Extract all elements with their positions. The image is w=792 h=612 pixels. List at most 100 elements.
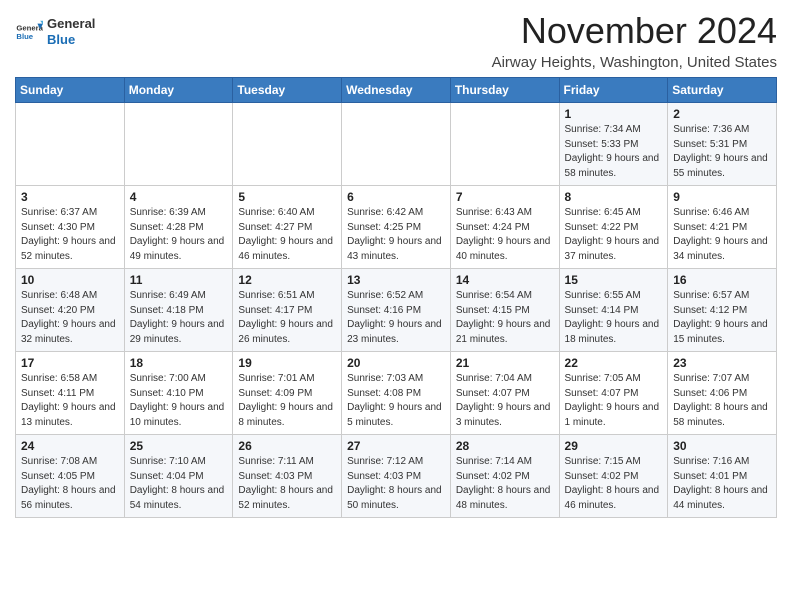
day-info: Sunrise: 6:40 AM Sunset: 4:27 PM Dayligh… [238,206,336,264]
calendar-cell [124,103,233,186]
calendar-cell: 26 Sunrise: 7:11 AM Sunset: 4:03 PM Dayli… [233,435,342,518]
calendar-cell: 8 Sunrise: 6:45 AM Sunset: 4:22 PM Daylig… [559,186,668,269]
logo-blue: Blue [47,32,95,48]
day-number: 17 [21,356,119,370]
day-number: 16 [673,273,771,287]
day-of-week-header: Tuesday [233,78,342,103]
day-number: 29 [565,439,663,453]
day-info: Sunrise: 6:39 AM Sunset: 4:28 PM Dayligh… [130,206,228,264]
calendar-cell: 10 Sunrise: 6:48 AM Sunset: 4:20 PM Dayli… [16,269,125,352]
day-info: Sunrise: 7:36 AM Sunset: 5:31 PM Dayligh… [673,123,771,181]
calendar-cell: 5 Sunrise: 6:40 AM Sunset: 4:27 PM Daylig… [233,186,342,269]
title-block: November 2024 Airway Heights, Washington… [492,10,777,71]
calendar-cell: 6Sunrise: 6:42 AM Sunset: 4:25 PM Daylig… [342,186,451,269]
day-info: Sunrise: 7:10 AM Sunset: 4:04 PM Dayligh… [130,455,228,513]
calendar-cell: 3Sunrise: 6:37 AM Sunset: 4:30 PM Daylig… [16,186,125,269]
day-info: Sunrise: 6:58 AM Sunset: 4:11 PM Dayligh… [21,372,119,430]
calendar-cell: 22Sunrise: 7:05 AM Sunset: 4:07 PM Dayli… [559,352,668,435]
logo-text: General Blue [47,16,95,47]
day-info: Sunrise: 6:42 AM Sunset: 4:25 PM Dayligh… [347,206,445,264]
calendar-body: 1 Sunrise: 7:34 AM Sunset: 5:33 PM Daylig… [16,103,777,518]
calendar-cell: 20 Sunrise: 7:03 AM Sunset: 4:08 PM Dayli… [342,352,451,435]
day-number: 25 [130,439,228,453]
day-info: Sunrise: 6:54 AM Sunset: 4:15 PM Dayligh… [456,289,554,347]
day-info: Sunrise: 6:43 AM Sunset: 4:24 PM Dayligh… [456,206,554,264]
day-number: 18 [130,356,228,370]
day-info: Sunrise: 6:52 AM Sunset: 4:16 PM Dayligh… [347,289,445,347]
day-info: Sunrise: 6:57 AM Sunset: 4:12 PM Dayligh… [673,289,771,347]
day-info: Sunrise: 7:04 AM Sunset: 4:07 PM Dayligh… [456,372,554,430]
calendar-week-row: 17 Sunrise: 6:58 AM Sunset: 4:11 PM Dayli… [16,352,777,435]
day-number: 26 [238,439,336,453]
day-number: 1 [565,107,663,121]
logo-icon: General Blue [15,18,43,46]
day-number: 19 [238,356,336,370]
day-number: 9 [673,190,771,204]
calendar-cell: 28 Sunrise: 7:14 AM Sunset: 4:02 PM Dayli… [450,435,559,518]
calendar-cell: 23 Sunrise: 7:07 AM Sunset: 4:06 PM Dayli… [668,352,777,435]
calendar-cell: 16 Sunrise: 6:57 AM Sunset: 4:12 PM Dayli… [668,269,777,352]
day-number: 3 [21,190,119,204]
calendar-cell: 15Sunrise: 6:55 AM Sunset: 4:14 PM Dayli… [559,269,668,352]
day-number: 14 [456,273,554,287]
day-number: 5 [238,190,336,204]
calendar-cell: 17 Sunrise: 6:58 AM Sunset: 4:11 PM Dayli… [16,352,125,435]
calendar-week-row: 24Sunrise: 7:08 AM Sunset: 4:05 PM Dayli… [16,435,777,518]
calendar-cell [342,103,451,186]
day-of-week-header: Saturday [668,78,777,103]
calendar-header: SundayMondayTuesdayWednesdayThursdayFrid… [16,78,777,103]
day-info: Sunrise: 7:15 AM Sunset: 4:02 PM Dayligh… [565,455,663,513]
day-info: Sunrise: 6:55 AM Sunset: 4:14 PM Dayligh… [565,289,663,347]
day-number: 7 [456,190,554,204]
svg-text:Blue: Blue [16,32,33,41]
day-of-week-header: Monday [124,78,233,103]
day-number: 10 [21,273,119,287]
calendar-cell: 7 Sunrise: 6:43 AM Sunset: 4:24 PM Daylig… [450,186,559,269]
day-info: Sunrise: 6:45 AM Sunset: 4:22 PM Dayligh… [565,206,663,264]
calendar-week-row: 10 Sunrise: 6:48 AM Sunset: 4:20 PM Dayli… [16,269,777,352]
calendar-cell: 4 Sunrise: 6:39 AM Sunset: 4:28 PM Daylig… [124,186,233,269]
day-info: Sunrise: 6:51 AM Sunset: 4:17 PM Dayligh… [238,289,336,347]
day-info: Sunrise: 7:07 AM Sunset: 4:06 PM Dayligh… [673,372,771,430]
day-number: 2 [673,107,771,121]
day-number: 20 [347,356,445,370]
day-number: 23 [673,356,771,370]
calendar-cell: 27Sunrise: 7:12 AM Sunset: 4:03 PM Dayli… [342,435,451,518]
calendar-week-row: 1 Sunrise: 7:34 AM Sunset: 5:33 PM Daylig… [16,103,777,186]
calendar-cell: 11Sunrise: 6:49 AM Sunset: 4:18 PM Dayli… [124,269,233,352]
day-info: Sunrise: 7:03 AM Sunset: 4:08 PM Dayligh… [347,372,445,430]
day-of-week-header: Thursday [450,78,559,103]
logo-general: General [47,16,95,32]
day-of-week-header: Friday [559,78,668,103]
day-info: Sunrise: 7:14 AM Sunset: 4:02 PM Dayligh… [456,455,554,513]
day-number: 27 [347,439,445,453]
calendar-cell: 24Sunrise: 7:08 AM Sunset: 4:05 PM Dayli… [16,435,125,518]
day-info: Sunrise: 7:34 AM Sunset: 5:33 PM Dayligh… [565,123,663,181]
calendar-cell [16,103,125,186]
calendar-cell: 25 Sunrise: 7:10 AM Sunset: 4:04 PM Dayli… [124,435,233,518]
calendar-week-row: 3Sunrise: 6:37 AM Sunset: 4:30 PM Daylig… [16,186,777,269]
logo: General Blue General Blue [15,16,95,47]
calendar-table: SundayMondayTuesdayWednesdayThursdayFrid… [15,77,777,518]
day-number: 12 [238,273,336,287]
day-info: Sunrise: 7:11 AM Sunset: 4:03 PM Dayligh… [238,455,336,513]
day-number: 21 [456,356,554,370]
day-info: Sunrise: 6:46 AM Sunset: 4:21 PM Dayligh… [673,206,771,264]
day-number: 4 [130,190,228,204]
day-of-week-header: Wednesday [342,78,451,103]
day-number: 8 [565,190,663,204]
calendar-cell: 2 Sunrise: 7:36 AM Sunset: 5:31 PM Daylig… [668,103,777,186]
calendar-cell [233,103,342,186]
location: Airway Heights, Washington, United State… [492,54,777,71]
day-info: Sunrise: 6:49 AM Sunset: 4:18 PM Dayligh… [130,289,228,347]
day-info: Sunrise: 6:48 AM Sunset: 4:20 PM Dayligh… [21,289,119,347]
calendar-cell: 19 Sunrise: 7:01 AM Sunset: 4:09 PM Dayli… [233,352,342,435]
month-title: November 2024 [492,10,777,52]
calendar-cell: 13 Sunrise: 6:52 AM Sunset: 4:16 PM Dayli… [342,269,451,352]
day-number: 24 [21,439,119,453]
day-info: Sunrise: 7:05 AM Sunset: 4:07 PM Dayligh… [565,372,663,430]
day-number: 28 [456,439,554,453]
day-number: 13 [347,273,445,287]
day-info: Sunrise: 7:01 AM Sunset: 4:09 PM Dayligh… [238,372,336,430]
page-header: General Blue General Blue November 2024 … [15,10,777,71]
